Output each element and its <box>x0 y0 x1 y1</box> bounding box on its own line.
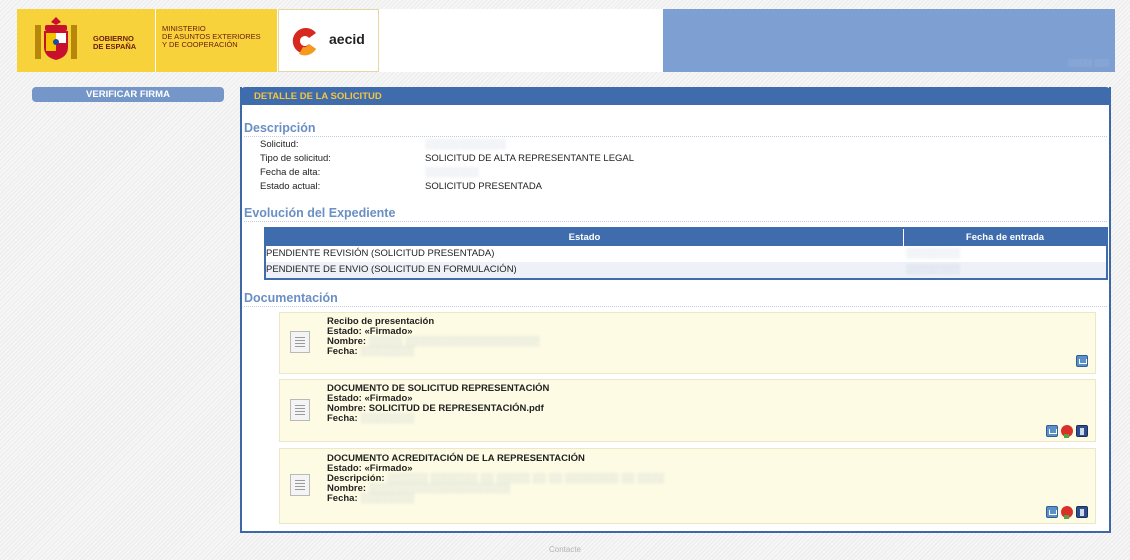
aecid-wordmark: aecid <box>329 31 365 47</box>
contact-link[interactable]: Contacte <box>0 545 1130 554</box>
document-fecha: ░░░░░░░░ <box>360 346 415 357</box>
solicitud-label: Solicitud: <box>260 139 299 150</box>
estado-actual-row: Estado actual: SOLICITUD PRESENTADA <box>260 181 860 193</box>
document-icon <box>290 474 310 496</box>
verificar-firma-button[interactable]: VERIFICAR FIRMA <box>32 87 224 102</box>
download-icon[interactable] <box>1076 355 1088 367</box>
solicitud-row: Solicitud: ░░░░░░░░░░░░ <box>260 139 860 151</box>
signature-seal-icon[interactable] <box>1061 425 1073 438</box>
document-card-recibo: Recibo de presentación Estado: «Firmado»… <box>279 312 1096 374</box>
aecid-logo-icon <box>292 28 316 56</box>
document-icon <box>290 331 310 353</box>
document-view-icon[interactable] <box>1076 425 1088 437</box>
fecha-label: Fecha: <box>327 413 358 424</box>
table-cell-estado: PENDIENTE DE ENVIO (SOLICITUD EN FORMULA… <box>266 264 517 275</box>
table-row: PENDIENTE REVISIÓN (SOLICITUD PRESENTADA… <box>266 246 1106 262</box>
panel-title: DETALLE DE LA SOLICITUD <box>240 87 1111 105</box>
document-card-solicitud: DOCUMENTO DE SOLICITUD REPRESENTACIÓN Es… <box>279 379 1096 442</box>
table-header: Estado Fecha de entrada <box>266 229 1106 246</box>
documentacion-heading: Documentación <box>244 291 1107 307</box>
fecha-alta-value: ░░░░░░░░ <box>425 167 479 178</box>
gobierno-line2: DE ESPAÑA <box>93 42 137 51</box>
document-fecha: ░░░░░░░░ <box>360 413 415 424</box>
fecha-alta-row: Fecha de alta: ░░░░░░░░ <box>260 167 860 179</box>
document-card-acreditacion: DOCUMENTO ACREDITACIÓN DE LA REPRESENTAC… <box>279 448 1096 524</box>
tipo-solicitud-value: SOLICITUD DE ALTA REPRESENTANTE LEGAL <box>425 153 635 164</box>
table-cell-fecha: ░░░░░░░░ <box>906 248 960 259</box>
signature-seal-icon[interactable] <box>1061 506 1073 519</box>
detalle-solicitud-panel: DETALLE DE LA SOLICITUD Descripción Soli… <box>240 87 1111 533</box>
document-details: DOCUMENTO ACREDITACIÓN DE LA REPRESENTAC… <box>327 454 664 504</box>
ministerio-logo-block: MINISTERIO DE ASUNTOS EXTERIORES Y DE CO… <box>156 9 277 72</box>
estado-actual-value: SOLICITUD PRESENTADA <box>425 181 543 192</box>
fecha-alta-label: Fecha de alta: <box>260 167 321 178</box>
header-band-text: ░░░░░ ░░░ <box>1067 60 1109 67</box>
document-fecha: ░░░░░░░░ <box>360 493 415 504</box>
document-icon <box>290 399 310 421</box>
gobierno-logo-block: GOBIERNO DE ESPAÑA <box>17 9 155 72</box>
coat-of-arms-icon <box>35 17 77 60</box>
ministerio-text: MINISTERIO DE ASUNTOS EXTERIORES Y DE CO… <box>162 25 261 49</box>
descripcion-heading: Descripción <box>244 121 1107 137</box>
header-blue-band: ░░░░░ ░░░ <box>663 9 1115 72</box>
table-row: PENDIENTE DE ENVIO (SOLICITUD EN FORMULA… <box>266 262 1106 278</box>
table-cell-estado: PENDIENTE REVISIÓN (SOLICITUD PRESENTADA… <box>266 248 495 259</box>
document-view-icon[interactable] <box>1076 506 1088 518</box>
ministerio-line3: Y DE COOPERACIÓN <box>162 40 238 49</box>
evolucion-table: Estado Fecha de entrada PENDIENTE REVISI… <box>264 227 1108 280</box>
column-header-estado[interactable]: Estado <box>266 229 904 246</box>
gobierno-text: GOBIERNO DE ESPAÑA <box>93 35 136 51</box>
fecha-label: Fecha: <box>327 493 358 504</box>
download-icon[interactable] <box>1046 506 1058 518</box>
evolucion-heading: Evolución del Expediente <box>244 206 1107 222</box>
column-header-fecha[interactable]: Fecha de entrada <box>904 229 1106 246</box>
document-actions <box>1046 425 1088 438</box>
tipo-solicitud-label: Tipo de solicitud: <box>260 153 331 164</box>
tipo-solicitud-row: Tipo de solicitud: SOLICITUD DE ALTA REP… <box>260 153 860 165</box>
fecha-label: Fecha: <box>327 346 358 357</box>
document-details: Recibo de presentación Estado: «Firmado»… <box>327 317 540 357</box>
table-cell-fecha: ░░░░░░░░ <box>906 264 960 275</box>
estado-actual-label: Estado actual: <box>260 181 321 192</box>
document-actions <box>1046 506 1088 519</box>
download-icon[interactable] <box>1046 425 1058 437</box>
document-actions <box>1076 355 1088 367</box>
solicitud-value: ░░░░░░░░░░░░ <box>425 139 506 150</box>
aecid-logo-block: aecid <box>278 9 379 72</box>
site-header: GOBIERNO DE ESPAÑA MINISTERIO DE ASUNTOS… <box>17 9 1115 72</box>
document-details: DOCUMENTO DE SOLICITUD REPRESENTACIÓN Es… <box>327 384 549 424</box>
